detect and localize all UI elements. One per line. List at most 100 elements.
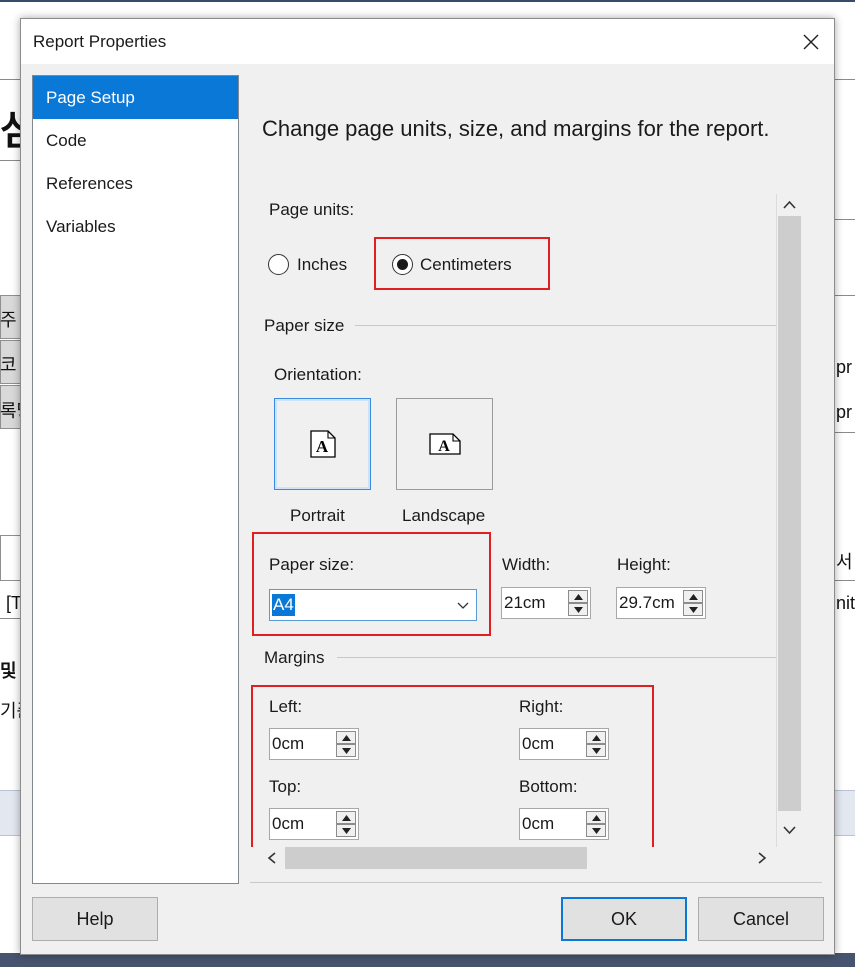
increment-button[interactable] bbox=[336, 811, 356, 824]
width-label: Width: bbox=[502, 555, 551, 574]
landscape-button[interactable]: A bbox=[396, 398, 493, 490]
nav-item-code[interactable]: Code bbox=[33, 119, 238, 162]
increment-button[interactable] bbox=[568, 590, 588, 603]
increment-button[interactable] bbox=[683, 590, 703, 603]
right-margin-stepper bbox=[519, 728, 609, 760]
decrement-button[interactable] bbox=[586, 824, 606, 837]
nav-item-references[interactable]: References bbox=[33, 162, 238, 205]
page-heading: Change page units, size, and margins for… bbox=[262, 116, 770, 141]
decrement-button[interactable] bbox=[683, 603, 703, 616]
height-input[interactable] bbox=[617, 588, 683, 618]
background-text-fragment: [T bbox=[6, 593, 20, 613]
top-margin-input[interactable] bbox=[270, 809, 336, 839]
sidebar-nav: Page Setup Code References Variables bbox=[32, 75, 239, 884]
paper-size-label: Paper size: bbox=[269, 555, 355, 574]
left-margin-stepper bbox=[269, 728, 359, 760]
stepper-buttons bbox=[336, 811, 356, 837]
background-divider bbox=[835, 219, 855, 220]
centimeters-label[interactable]: Centimeters bbox=[420, 255, 512, 275]
report-properties-dialog: Report Properties Page Setup Code Refere… bbox=[20, 18, 835, 955]
stepper-buttons bbox=[586, 811, 606, 837]
chevron-right-icon[interactable] bbox=[754, 850, 770, 866]
background-text-fragment: 서 bbox=[836, 552, 853, 572]
top-margin-label: Top: bbox=[269, 777, 302, 796]
height-label: Height: bbox=[617, 555, 671, 574]
background-divider bbox=[0, 79, 20, 80]
background-divider bbox=[835, 79, 855, 80]
increment-button[interactable] bbox=[586, 811, 606, 824]
arrow-up-icon bbox=[342, 735, 351, 741]
background-text-fragment: 및 bbox=[0, 661, 17, 681]
chevron-left-icon[interactable] bbox=[264, 850, 280, 866]
nav-item-variables[interactable]: Variables bbox=[33, 205, 238, 248]
bottom-margin-input[interactable] bbox=[520, 809, 586, 839]
stepper-buttons bbox=[568, 590, 588, 616]
height-stepper bbox=[616, 587, 706, 619]
centimeters-radio[interactable] bbox=[392, 254, 413, 275]
background-text-fragment: 코 bbox=[0, 355, 17, 375]
chevron-down-icon bbox=[457, 602, 469, 609]
right-margin-input[interactable] bbox=[520, 729, 586, 759]
stepper-buttons bbox=[336, 731, 356, 757]
increment-button[interactable] bbox=[586, 731, 606, 744]
bottom-margin-stepper bbox=[519, 808, 609, 840]
close-icon bbox=[803, 34, 819, 50]
left-margin-label: Left: bbox=[269, 697, 303, 716]
top-margin-stepper bbox=[269, 808, 359, 840]
dialog-title: Report Properties bbox=[33, 32, 167, 51]
background-bottom-bar bbox=[0, 953, 855, 967]
close-button[interactable] bbox=[798, 29, 824, 55]
inches-label[interactable]: Inches bbox=[297, 255, 347, 275]
background-text-fragment: pr bbox=[836, 357, 853, 377]
right-margin-label: Right: bbox=[519, 697, 564, 716]
inches-radio[interactable] bbox=[268, 254, 289, 275]
radio-selected-dot bbox=[397, 259, 408, 270]
arrow-up-icon bbox=[574, 594, 583, 600]
decrement-button[interactable] bbox=[336, 824, 356, 837]
arrow-down-icon bbox=[592, 828, 601, 834]
orientation-label: Orientation: bbox=[274, 365, 362, 384]
vertical-scroll-thumb[interactable] bbox=[778, 216, 801, 811]
horizontal-scroll-thumb[interactable] bbox=[285, 847, 587, 869]
arrow-down-icon bbox=[689, 607, 698, 613]
group-separator bbox=[337, 657, 776, 658]
background-divider bbox=[835, 580, 855, 581]
portrait-button[interactable]: A bbox=[274, 398, 371, 490]
arrow-up-icon bbox=[592, 815, 601, 821]
footer-separator bbox=[250, 882, 822, 883]
landscape-page-icon: A bbox=[429, 433, 461, 455]
background-text-fragment: 록당 bbox=[0, 401, 20, 421]
background-divider bbox=[835, 432, 855, 433]
ok-button[interactable]: OK bbox=[561, 897, 687, 941]
width-input[interactable] bbox=[502, 588, 568, 618]
cancel-button[interactable]: Cancel bbox=[698, 897, 824, 941]
paper-size-dropdown[interactable]: A4 bbox=[269, 589, 477, 621]
arrow-down-icon bbox=[342, 828, 351, 834]
vertical-scrollbar[interactable] bbox=[778, 194, 801, 847]
background-text-fragment: 기준 bbox=[0, 701, 20, 721]
background-divider bbox=[835, 295, 855, 296]
chevron-down-icon[interactable] bbox=[781, 822, 798, 838]
help-button[interactable]: Help bbox=[32, 897, 158, 941]
bottom-margin-label: Bottom: bbox=[519, 777, 578, 796]
page-units-label: Page units: bbox=[269, 200, 355, 219]
chevron-up-icon[interactable] bbox=[781, 197, 798, 213]
portrait-page-icon: A bbox=[310, 430, 336, 458]
background-cell bbox=[0, 535, 21, 581]
width-stepper bbox=[501, 587, 591, 619]
paper-size-group-label: Paper size bbox=[264, 316, 345, 335]
stepper-buttons bbox=[586, 731, 606, 757]
horizontal-scrollbar[interactable] bbox=[250, 847, 777, 869]
arrow-up-icon bbox=[342, 815, 351, 821]
decrement-button[interactable] bbox=[336, 744, 356, 757]
decrement-button[interactable] bbox=[568, 603, 588, 616]
arrow-down-icon bbox=[574, 607, 583, 613]
landscape-label: Landscape bbox=[402, 506, 486, 525]
increment-button[interactable] bbox=[336, 731, 356, 744]
background-text-fragment: 주 bbox=[0, 310, 17, 330]
nav-item-page-setup[interactable]: Page Setup bbox=[33, 76, 238, 119]
left-margin-input[interactable] bbox=[270, 729, 336, 759]
background-text-fragment: pr bbox=[836, 402, 853, 422]
paper-size-value: A4 bbox=[272, 594, 295, 616]
decrement-button[interactable] bbox=[586, 744, 606, 757]
